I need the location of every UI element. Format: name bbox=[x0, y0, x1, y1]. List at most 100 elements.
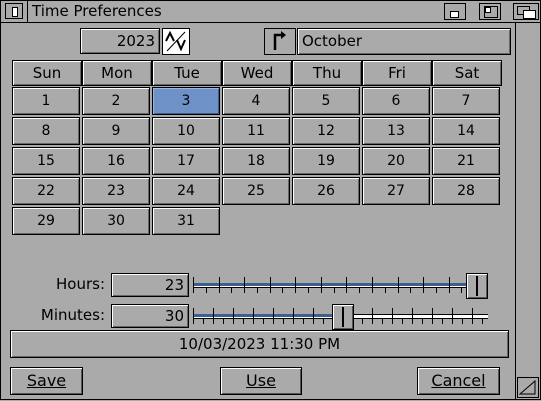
day-cell[interactable]: 11 bbox=[222, 117, 290, 145]
slider-thumb[interactable] bbox=[466, 273, 488, 299]
weekday-header: Sun Mon Tue Wed Thu Fri Sat bbox=[12, 60, 502, 86]
resize-icon[interactable] bbox=[517, 377, 539, 398]
day-cell[interactable]: 29 bbox=[12, 207, 80, 235]
hours-slider[interactable] bbox=[193, 273, 488, 299]
month-field[interactable]: October bbox=[297, 28, 511, 55]
day-cell[interactable]: 21 bbox=[432, 147, 500, 175]
slider-tick bbox=[461, 287, 462, 293]
datetime-display: 10/03/2023 11:30 PM bbox=[10, 330, 509, 358]
slider-tick bbox=[472, 308, 473, 324]
day-cell[interactable]: 31 bbox=[152, 207, 220, 235]
day-cell[interactable]: 9 bbox=[82, 117, 150, 145]
day-cell[interactable]: 27 bbox=[362, 177, 430, 205]
slider-tick bbox=[273, 308, 274, 324]
slider-tick bbox=[193, 308, 194, 324]
slider-tick bbox=[206, 287, 207, 293]
minutes-slider[interactable] bbox=[193, 304, 488, 330]
day-cell[interactable]: 26 bbox=[292, 177, 360, 205]
slider-tick bbox=[223, 318, 224, 324]
day-cell[interactable]: 1 bbox=[12, 87, 80, 115]
slider-tick bbox=[233, 308, 234, 324]
day-cell[interactable]: 7 bbox=[432, 87, 500, 115]
day-cell[interactable]: 15 bbox=[12, 147, 80, 175]
slider-tick bbox=[308, 287, 309, 293]
day-cell[interactable]: 12 bbox=[292, 117, 360, 145]
cancel-button[interactable]: Cancel bbox=[417, 367, 500, 395]
cycle-icon[interactable] bbox=[264, 28, 296, 55]
slider-tick bbox=[334, 287, 335, 293]
day-cell[interactable]: 8 bbox=[12, 117, 80, 145]
year-field[interactable]: 2023 bbox=[80, 28, 160, 54]
slider-tick bbox=[385, 287, 386, 293]
title-separator bbox=[27, 1, 28, 22]
day-cell[interactable]: 19 bbox=[292, 147, 360, 175]
zoom-icon[interactable] bbox=[479, 3, 501, 20]
day-cell[interactable]: 30 bbox=[82, 207, 150, 235]
day-cell[interactable]: 13 bbox=[362, 117, 430, 145]
slider-tick bbox=[313, 308, 314, 324]
slider-tick bbox=[219, 277, 220, 293]
slider-tick bbox=[436, 287, 437, 293]
slider-tick bbox=[482, 318, 483, 324]
slider-tick bbox=[410, 287, 411, 293]
slider-tick bbox=[402, 318, 403, 324]
use-button[interactable]: Use bbox=[220, 367, 302, 395]
weekday-label: Tue bbox=[152, 60, 222, 86]
minutes-field[interactable]: 30 bbox=[111, 304, 189, 328]
slider-tick bbox=[362, 318, 363, 324]
day-cell[interactable]: 22 bbox=[12, 177, 80, 205]
slider-tick bbox=[303, 318, 304, 324]
day-cell[interactable]: 25 bbox=[222, 177, 290, 205]
day-cell[interactable]: 5 bbox=[292, 87, 360, 115]
day-cell[interactable]: 23 bbox=[82, 177, 150, 205]
day-cell[interactable]: 28 bbox=[432, 177, 500, 205]
slider-tick bbox=[231, 287, 232, 293]
day-cell[interactable]: 24 bbox=[152, 177, 220, 205]
hours-field[interactable]: 23 bbox=[111, 273, 189, 297]
hours-label: Hours: bbox=[56, 275, 105, 293]
use-button-label: Use bbox=[246, 371, 276, 390]
weekday-label: Thu bbox=[292, 60, 362, 86]
weekday-label: Fri bbox=[362, 60, 432, 86]
day-cell-selected[interactable]: 3 bbox=[152, 87, 220, 115]
slider-tick bbox=[253, 308, 254, 324]
day-cell[interactable]: 18 bbox=[222, 147, 290, 175]
slider-tick bbox=[321, 277, 322, 293]
content-area: 2023 October Sun Mon Tue Wed Thu Fri Sat bbox=[5, 24, 515, 396]
slider-tick bbox=[442, 318, 443, 324]
day-cell[interactable]: 14 bbox=[432, 117, 500, 145]
slider-tick bbox=[423, 277, 424, 293]
minutes-label: Minutes: bbox=[40, 306, 105, 324]
depth-icon[interactable] bbox=[513, 3, 539, 20]
slider-tick bbox=[193, 277, 194, 293]
day-cell[interactable]: 10 bbox=[152, 117, 220, 145]
slider-tick bbox=[449, 277, 450, 293]
slider-tick bbox=[243, 318, 244, 324]
close-icon[interactable] bbox=[5, 3, 23, 19]
day-cell[interactable]: 6 bbox=[362, 87, 430, 115]
title-bar[interactable]: Time Preferences bbox=[1, 1, 540, 23]
up-down-arrow-icon[interactable] bbox=[162, 28, 190, 55]
iconify-icon[interactable] bbox=[444, 3, 466, 20]
cancel-button-label: Cancel bbox=[431, 371, 486, 390]
day-cell[interactable]: 4 bbox=[222, 87, 290, 115]
slider-tick bbox=[412, 308, 413, 324]
day-cell[interactable]: 2 bbox=[82, 87, 150, 115]
slider-thumb[interactable] bbox=[332, 304, 354, 330]
slider-tick bbox=[203, 318, 204, 324]
slider-tick bbox=[293, 308, 294, 324]
slider-tick bbox=[398, 277, 399, 293]
save-button[interactable]: Save bbox=[10, 367, 83, 395]
day-cell[interactable]: 17 bbox=[152, 147, 220, 175]
slider-tick bbox=[359, 287, 360, 293]
slider-tick bbox=[372, 277, 373, 293]
slider-tick bbox=[263, 318, 264, 324]
slider-tick bbox=[283, 318, 284, 324]
slider-tick bbox=[346, 277, 347, 293]
day-cell[interactable]: 20 bbox=[362, 147, 430, 175]
slider-fill bbox=[193, 283, 477, 286]
weekday-label: Sat bbox=[432, 60, 502, 86]
slider-tick bbox=[244, 277, 245, 293]
slider-tick bbox=[257, 287, 258, 293]
day-cell[interactable]: 16 bbox=[82, 147, 150, 175]
